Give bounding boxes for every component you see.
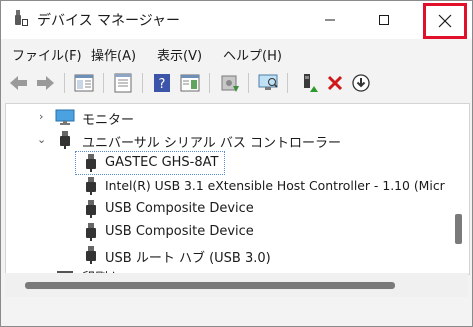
toolbar-separator — [287, 73, 288, 93]
usb-icon — [84, 177, 104, 195]
device-label: USB ルート ハブ (USB 3.0) — [105, 251, 271, 266]
menu-file[interactable]: ファイル(F) — [12, 45, 82, 64]
chevron-right-icon[interactable]: › — [39, 110, 43, 123]
device-label: USB Composite Device — [105, 224, 254, 239]
minimize-icon — [325, 19, 335, 21]
tree-node-label: ユニバーサル シリアル バス コントローラー — [82, 136, 342, 151]
menu-bar: ファイル(F) 操作(A) 表示(V) ヘルプ(H) — [1, 39, 472, 67]
usb-icon — [58, 131, 78, 149]
chevron-down-icon[interactable]: ⌄ — [37, 133, 46, 146]
close-button[interactable] — [423, 3, 467, 39]
toolbar-separator — [142, 73, 143, 93]
usb-icon — [84, 246, 104, 264]
window-title: デバイス マネージャー — [37, 13, 181, 29]
device-label: Intel(R) USB 3.1 eXtensible Host Control… — [105, 178, 445, 193]
tree-node-usb-controllers[interactable]: ⌄ ユニバーサル シリアル バス コントローラー — [6, 129, 466, 151]
toolbar: ? — [1, 67, 472, 101]
minimize-button[interactable] — [307, 1, 353, 39]
back-arrow-icon[interactable] — [8, 72, 30, 94]
device-label: USB Composite Device — [105, 201, 254, 216]
tree-item-device[interactable]: USB Composite Device — [76, 221, 296, 243]
vertical-scrollbar-thumb[interactable] — [455, 214, 462, 244]
tree-node-label: モニター — [82, 113, 135, 128]
tree-item-device[interactable]: Intel(R) USB 3.1 eXtensible Host Control… — [76, 175, 469, 197]
usb-icon — [84, 223, 104, 241]
scan-hardware-icon[interactable] — [257, 72, 279, 94]
menu-view[interactable]: 表示(V) — [157, 45, 202, 64]
menu-action[interactable]: 操作(A) — [91, 45, 136, 64]
usb-icon — [84, 154, 104, 172]
uninstall-icon[interactable] — [324, 72, 346, 94]
title-bar: デバイス マネージャー — [1, 1, 472, 39]
forward-arrow-icon[interactable] — [34, 72, 56, 94]
svg-text:?: ? — [159, 77, 166, 92]
enable-device-icon[interactable] — [298, 72, 320, 94]
console-tree-icon[interactable] — [73, 72, 95, 94]
tree-node-monitor[interactable]: › モニター — [6, 106, 406, 128]
toolbar-separator — [248, 73, 249, 93]
close-icon — [438, 14, 452, 28]
device-label: GASTEC GHS-8AT — [105, 155, 219, 170]
toolbar-separator — [64, 73, 65, 93]
update-driver-icon[interactable] — [218, 72, 240, 94]
usb-icon — [84, 200, 104, 218]
help-icon[interactable]: ? — [151, 72, 173, 94]
device-manager-window: デバイス マネージャー ファイル(F) 操作(A) 表示(V) ヘルプ(H) ?… — [0, 0, 473, 327]
tree-item-device[interactable]: GASTEC GHS-8AT — [75, 151, 225, 175]
download-icon[interactable] — [350, 72, 372, 94]
monitor-icon — [55, 108, 75, 126]
menu-help[interactable]: ヘルプ(H) — [223, 45, 282, 64]
device-manager-app-icon — [12, 10, 28, 28]
action-pane-icon[interactable] — [179, 72, 201, 94]
tree-item-device[interactable]: USB ルート ハブ (USB 3.0) — [76, 244, 316, 266]
toolbar-separator — [209, 73, 210, 93]
maximize-icon — [379, 15, 389, 25]
toolbar-separator — [103, 73, 104, 93]
horizontal-scrollbar-thumb[interactable] — [25, 282, 395, 289]
horizontal-scrollbar[interactable] — [5, 273, 468, 297]
tree-item-device[interactable]: USB Composite Device — [76, 198, 296, 220]
device-tree[interactable]: › モニター ⌄ ユニバーサル シリアル バス コントローラー GASTEC G… — [5, 103, 470, 275]
status-bar — [1, 299, 472, 326]
maximize-button[interactable] — [361, 1, 407, 39]
properties-icon[interactable] — [112, 72, 134, 94]
